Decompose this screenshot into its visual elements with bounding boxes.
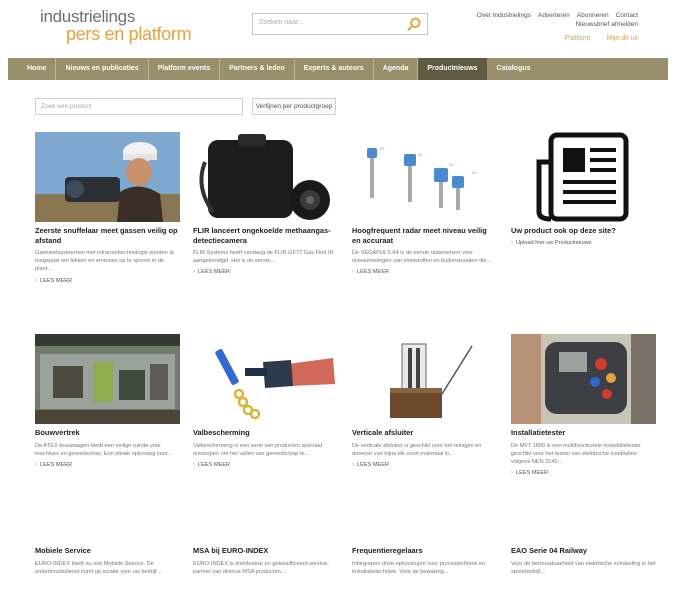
- card-title[interactable]: Verticale afsluiter: [352, 428, 497, 438]
- vertical-valve-photo[interactable]: [352, 334, 497, 424]
- nav-item-productnieuws[interactable]: Productnieuws: [418, 58, 488, 80]
- product-card[interactable]: Installatietester De MFT 1800 is een mul…: [511, 334, 656, 476]
- card-title[interactable]: Frequentieregelaars: [352, 546, 497, 556]
- top-link-advertise[interactable]: Adverteren: [538, 12, 570, 19]
- upload-product-link[interactable]: › Upload hier uw Productnieuws: [511, 240, 656, 246]
- newspaper-icon[interactable]: [511, 132, 656, 222]
- product-card[interactable]: Zeerste snuffelaar meet gassen veilig op…: [35, 132, 180, 284]
- read-more-link[interactable]: › LEES MEER: [352, 462, 497, 468]
- top-links: Over Industrielings Adverteren Abonneren…: [458, 12, 638, 42]
- chevron-right-icon: ›: [35, 461, 37, 468]
- read-more-link[interactable]: › LEES MEER: [352, 269, 497, 275]
- svg-text:64: 64: [472, 170, 477, 175]
- card-description: EURO-INDEX is distributeur en gekwalific…: [193, 560, 329, 575]
- product-card[interactable]: 64 64 64 64 Hoogfrequent radar meet niveau …: [352, 132, 497, 275]
- card-description: Voor de betrouwbaarheid van elektrische …: [511, 560, 656, 575]
- accent-link-account[interactable]: Mijn dit uit: [606, 35, 638, 42]
- svg-text:64: 64: [380, 146, 385, 151]
- top-link-about[interactable]: Over Industrielings: [477, 12, 531, 19]
- top-link-subscribe[interactable]: Abonneren: [577, 12, 609, 19]
- card-title[interactable]: Hoogfrequent radar meet niveau veilig en…: [352, 226, 497, 245]
- card-description: De VEGAPULS 64 is de eerste radarsensor …: [352, 250, 492, 265]
- main-nav: Home Nieuws en publicaties Platform even…: [8, 58, 668, 80]
- card-description: FLIR Systems heeft vandaag de FLIR GF77 …: [193, 250, 334, 265]
- read-more-link[interactable]: › LEES MEER: [193, 462, 338, 468]
- nav-item-news[interactable]: Nieuws en publicaties: [56, 58, 149, 80]
- chevron-right-icon: ›: [511, 469, 513, 476]
- card-title[interactable]: Zeerste snuffelaar meet gassen veilig op…: [35, 226, 180, 245]
- chevron-right-icon: ›: [352, 269, 354, 276]
- product-card[interactable]: FLIR lanceert ongekoelde methaangas-dete…: [193, 132, 338, 275]
- top-link-contact[interactable]: Contact: [616, 12, 638, 19]
- fall-protection-photo[interactable]: [193, 334, 338, 424]
- search-box[interactable]: Zoeken naar...: [252, 13, 428, 35]
- product-card[interactable]: Mobiele Service EURO-INDEX biedt nu ook …: [35, 542, 180, 576]
- read-more-label: LEES MEER: [516, 469, 549, 476]
- card-description: Inbegrepen drive-oplossingen voor proces…: [352, 560, 486, 575]
- read-more-link[interactable]: › LEES MEER: [35, 462, 180, 468]
- chevron-right-icon: ›: [193, 269, 195, 276]
- product-card[interactable]: MSA bij EURO-INDEX EURO-INDEX is distrib…: [193, 542, 338, 576]
- search-icon[interactable]: [406, 16, 423, 33]
- chevron-right-icon: ›: [193, 461, 195, 468]
- logo-line-2: pers en platform: [66, 24, 192, 44]
- product-card[interactable]: Verticale afsluiter De verticale afsluit…: [352, 334, 497, 468]
- nav-item-home[interactable]: Home: [18, 58, 57, 80]
- card-title[interactable]: EAO Serie 04 Railway: [511, 546, 656, 556]
- radar-sensors-photo[interactable]: 64 64 64 64: [352, 132, 497, 222]
- card-description: Valbescherming is een serie van producte…: [193, 442, 322, 457]
- gas-detector-photo[interactable]: [35, 132, 180, 222]
- construction-site-photo[interactable]: [35, 334, 180, 424]
- read-more-link[interactable]: › LEES MEER: [511, 470, 656, 476]
- card-title[interactable]: Installatietester: [511, 428, 656, 438]
- card-description: Gasmeetsysteemen met infraroodtechnologi…: [35, 250, 174, 273]
- chevron-right-icon: ›: [35, 277, 37, 284]
- chevron-right-icon: ›: [352, 461, 354, 468]
- logo-line-1: industrielings: [40, 7, 136, 26]
- product-search-input[interactable]: Zoek een product: [35, 98, 243, 115]
- refine-button[interactable]: Verfijnen per productgroep: [252, 98, 336, 115]
- installation-tester-photo[interactable]: [511, 334, 656, 424]
- card-description: De MFT 1800 is een multifunctionele inst…: [511, 442, 641, 465]
- read-more-label: LEES MEER: [40, 461, 73, 468]
- thermal-camera-photo[interactable]: [193, 132, 338, 222]
- read-more-label: LEES MEER: [357, 461, 390, 468]
- read-more-link[interactable]: › LEES MEER: [35, 278, 180, 284]
- nav-item-catalogus[interactable]: Catalogus: [488, 58, 540, 80]
- card-title[interactable]: FLIR lanceert ongekoelde methaangas-dete…: [193, 226, 338, 245]
- top-link-unsubscribe[interactable]: Nieuwsbrief afmelden: [458, 21, 638, 28]
- card-title[interactable]: Valbescherming: [193, 428, 338, 438]
- card-title[interactable]: Bouwvertrek: [35, 428, 180, 438]
- svg-text:64: 64: [418, 152, 423, 157]
- card-description: De ATEX-bouwwagen biedt een veilige ruim…: [35, 442, 173, 457]
- card-description: EURO-INDEX biedt nu ook Mobiele Service.…: [35, 560, 162, 575]
- nav-item-experts[interactable]: Experts & auteurs: [295, 58, 374, 80]
- upload-label: Upload hier uw Productnieuws: [516, 239, 592, 246]
- read-more-label: LEES MEER: [198, 461, 231, 468]
- search-input[interactable]: Zoeken naar...: [259, 19, 304, 26]
- nav-item-agenda[interactable]: Agenda: [374, 58, 419, 80]
- read-more-label: LEES MEER: [357, 269, 390, 276]
- card-title[interactable]: Mobiele Service: [35, 546, 180, 556]
- read-more-label: LEES MEER: [40, 277, 73, 284]
- product-card[interactable]: Uw product ook op deze site? › Upload hi…: [511, 132, 656, 246]
- product-search-placeholder: Zoek een product: [41, 103, 92, 110]
- site-logo[interactable]: industrielings pers en platform: [40, 7, 192, 44]
- read-more-label: LEES MEER: [198, 269, 231, 276]
- nav-item-partners[interactable]: Partners & leden: [220, 58, 295, 80]
- read-more-link[interactable]: › LEES MEER: [193, 269, 338, 275]
- product-card[interactable]: Frequentieregelaars Inbegrepen drive-opl…: [352, 542, 497, 576]
- site-header: industrielings pers en platform Zoeken n…: [0, 0, 676, 58]
- svg-text:64: 64: [449, 162, 454, 167]
- chevron-right-icon: ›: [511, 239, 513, 246]
- card-description: De verticale afsluiter is geschikt voor …: [352, 442, 482, 457]
- product-card[interactable]: Bouwvertrek De ATEX-bouwwagen biedt een …: [35, 334, 180, 468]
- accent-link-platform[interactable]: Platform: [564, 35, 590, 42]
- product-card[interactable]: Valbescherming Valbescherming is een ser…: [193, 334, 338, 468]
- nav-item-platform-events[interactable]: Platform events: [149, 58, 221, 80]
- product-card[interactable]: EAO Serie 04 Railway Voor de betrouwbaar…: [511, 542, 656, 576]
- card-title[interactable]: Uw product ook op deze site?: [511, 226, 656, 236]
- card-title[interactable]: MSA bij EURO-INDEX: [193, 546, 338, 556]
